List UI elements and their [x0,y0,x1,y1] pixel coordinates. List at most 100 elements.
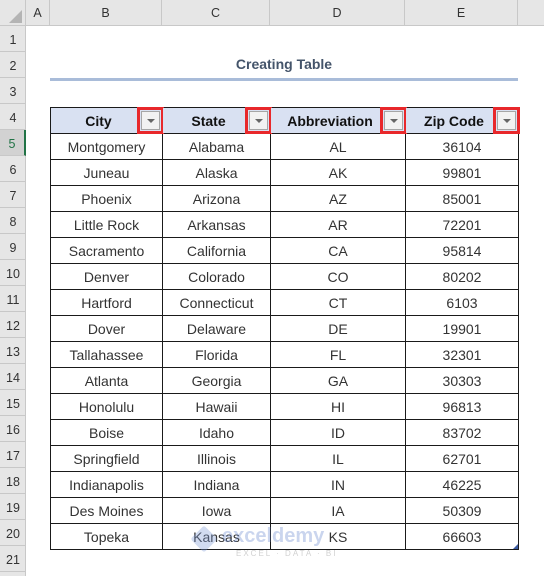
row-header-17[interactable]: 17 [0,442,26,468]
cell-city[interactable]: Boise [50,419,163,446]
cell-city[interactable]: Phoenix [50,185,163,212]
cell-state[interactable]: Indiana [162,471,271,498]
cell-state[interactable]: Arkansas [162,211,271,238]
cell-abbreviation[interactable]: ID [270,419,406,446]
cell-abbreviation[interactable]: AK [270,159,406,186]
row-header-6[interactable]: 6 [0,156,26,182]
cell-state[interactable]: Hawaii [162,393,271,420]
cell-zip-code[interactable]: 6103 [405,289,519,316]
row-header-9[interactable]: 9 [0,234,26,260]
cell-city[interactable]: Montgomery [50,133,163,160]
row-header-11[interactable]: 11 [0,286,26,312]
cell-abbreviation[interactable]: IA [270,497,406,524]
row-header-15[interactable]: 15 [0,390,26,416]
cell-abbreviation[interactable]: CT [270,289,406,316]
cell-city[interactable]: Springfield [50,445,163,472]
header-abbreviation: Abbreviation [270,107,407,134]
cell-zip-code[interactable]: 66603 [405,523,519,550]
title-underline [50,78,518,81]
cell-abbreviation[interactable]: IN [270,471,406,498]
cell-abbreviation[interactable]: CA [270,237,406,264]
cell-zip-code[interactable]: 85001 [405,185,519,212]
row-header-7[interactable]: 7 [0,182,26,208]
filter-dropdown-icon [503,119,511,123]
row-header-4[interactable]: 4 [0,104,26,130]
cell-zip-code[interactable]: 99801 [405,159,519,186]
cell-zip-code[interactable]: 80202 [405,263,519,290]
cell-state[interactable]: California [162,237,271,264]
cell-city[interactable]: Topeka [50,523,163,550]
cell-abbreviation[interactable]: GA [270,367,406,394]
filter-button-state[interactable] [245,107,272,134]
cell-state[interactable]: Kansas [162,523,271,550]
cell-state[interactable]: Colorado [162,263,271,290]
cell-city[interactable]: Hartford [50,289,163,316]
cell-city[interactable]: Dover [50,315,163,342]
row-header-20[interactable]: 20 [0,520,26,546]
cell-abbreviation[interactable]: HI [270,393,406,420]
cell-zip-code[interactable]: 32301 [405,341,519,368]
row-header-19[interactable]: 19 [0,494,26,520]
cell-zip-code[interactable]: 72201 [405,211,519,238]
cell-abbreviation[interactable]: AZ [270,185,406,212]
row-header-10[interactable]: 10 [0,260,26,286]
cell-state[interactable]: Delaware [162,315,271,342]
cell-abbreviation[interactable]: FL [270,341,406,368]
table-row: Denver Colorado CO 80202 [50,263,519,290]
row-header-12[interactable]: 12 [0,312,26,338]
cell-city[interactable]: Little Rock [50,211,163,238]
column-header-a[interactable]: A [26,0,50,26]
table-row: Springfield Illinois IL 62701 [50,445,519,472]
cell-state[interactable]: Illinois [162,445,271,472]
cell-city[interactable]: Honolulu [50,393,163,420]
cell-state[interactable]: Connecticut [162,289,271,316]
row-header-13[interactable]: 13 [0,338,26,364]
row-header-16[interactable]: 16 [0,416,26,442]
cell-state[interactable]: Alabama [162,133,271,160]
cell-zip-code[interactable]: 96813 [405,393,519,420]
row-header-2[interactable]: 2 [0,52,26,78]
cell-city[interactable]: Juneau [50,159,163,186]
column-header-d[interactable]: D [270,0,405,26]
cell-abbreviation[interactable]: AR [270,211,406,238]
cell-state[interactable]: Alaska [162,159,271,186]
filter-button-abbreviation[interactable] [380,107,407,134]
row-header-18[interactable]: 18 [0,468,26,494]
cell-city[interactable]: Denver [50,263,163,290]
cell-city[interactable]: Tallahassee [50,341,163,368]
cell-abbreviation[interactable]: KS [270,523,406,550]
cell-city[interactable]: Des Moines [50,497,163,524]
cell-city[interactable]: Sacramento [50,237,163,264]
cell-zip-code[interactable]: 30303 [405,367,519,394]
cell-zip-code[interactable]: 36104 [405,133,519,160]
cell-state[interactable]: Iowa [162,497,271,524]
row-header-14[interactable]: 14 [0,364,26,390]
cell-zip-code[interactable]: 95814 [405,237,519,264]
column-header-e[interactable]: E [405,0,518,26]
row-header-8[interactable]: 8 [0,208,26,234]
cell-zip-code[interactable]: 19901 [405,315,519,342]
cell-state[interactable]: Idaho [162,419,271,446]
filter-button-city[interactable] [137,107,164,134]
cell-abbreviation[interactable]: DE [270,315,406,342]
cell-city[interactable]: Indianapolis [50,471,163,498]
row-header-1[interactable]: 1 [0,26,26,52]
row-header-21[interactable]: 21 [0,546,26,572]
row-header-3[interactable]: 3 [0,78,26,104]
cell-abbreviation[interactable]: CO [270,263,406,290]
cell-state[interactable]: Arizona [162,185,271,212]
cell-zip-code[interactable]: 50309 [405,497,519,524]
cell-state[interactable]: Georgia [162,367,271,394]
row-header-5[interactable]: 5 [0,130,26,156]
column-header-c[interactable]: C [162,0,270,26]
cell-zip-code[interactable]: 46225 [405,471,519,498]
select-all-button[interactable] [0,0,26,26]
column-header-b[interactable]: B [50,0,162,26]
cell-abbreviation[interactable]: IL [270,445,406,472]
cell-abbreviation[interactable]: AL [270,133,406,160]
filter-button-zip-code[interactable] [493,107,520,134]
cell-zip-code[interactable]: 62701 [405,445,519,472]
cell-state[interactable]: Florida [162,341,271,368]
cell-zip-code[interactable]: 83702 [405,419,519,446]
cell-city[interactable]: Atlanta [50,367,163,394]
